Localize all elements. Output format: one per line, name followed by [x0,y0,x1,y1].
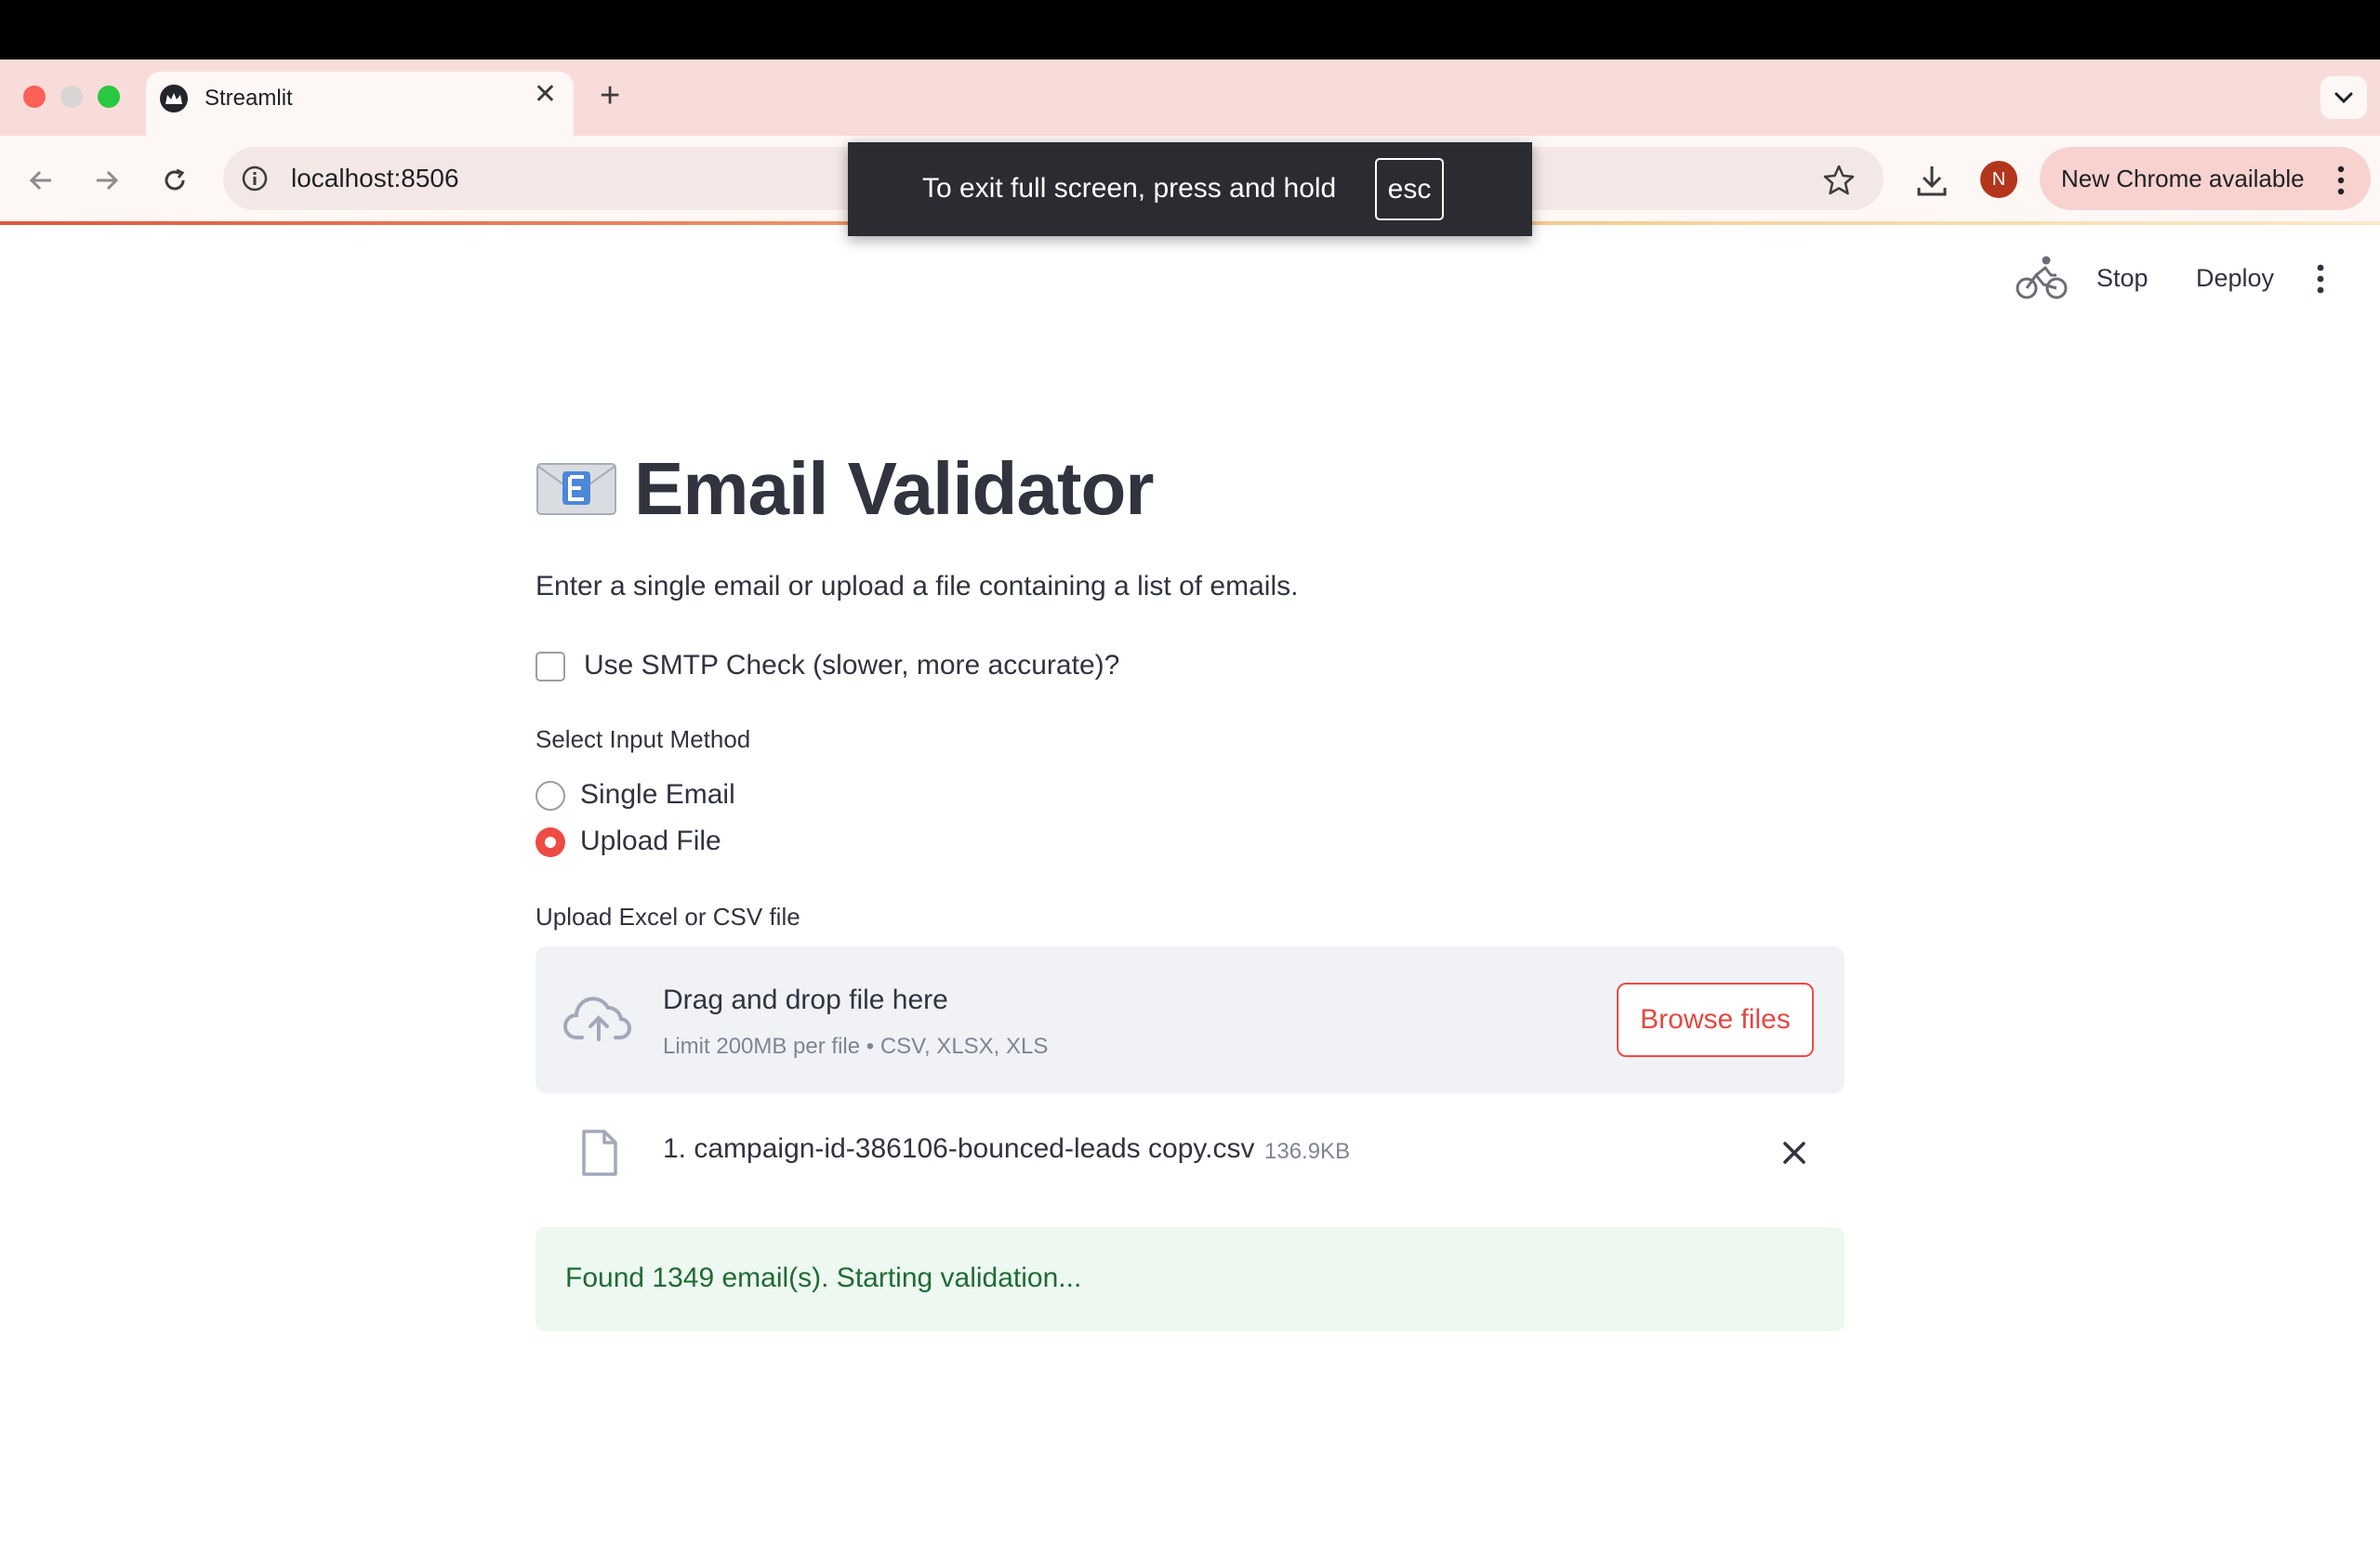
browser-tab-streamlit[interactable]: Streamlit ✕ [146,72,574,136]
dropzone-limit-text: Limit 200MB per file • CSV, XLSX, XLS [663,1034,1049,1059]
envelope-e-icon [536,463,616,515]
esc-key-badge: esc [1375,158,1444,220]
back-button[interactable] [22,162,60,199]
uploaded-file-name: 1. campaign-id-386106-bounced-leads copy… [663,1133,1255,1164]
fullscreen-message: To exit full screen, press and hold [922,173,1337,204]
forward-button[interactable] [88,162,126,199]
radio-upload-file[interactable] [536,827,565,857]
status-message: Found 1349 email(s). Starting validation… [565,1263,1082,1293]
close-icon[interactable] [1778,1136,1811,1170]
uploader-label: Upload Excel or CSV file [536,903,800,931]
dropzone-title: Drag and drop file here [663,985,948,1015]
streamlit-crown-icon [160,85,188,112]
radio-selected-dot [545,837,556,848]
deploy-button[interactable]: Deploy [2196,264,2274,293]
app-description: Enter a single email or upload a file co… [536,571,1299,602]
tab-close-icon[interactable]: ✕ [534,81,557,109]
main-menu-icon[interactable] [2309,260,2332,298]
reload-button[interactable] [156,162,193,199]
radio-upload-file-label[interactable]: Upload File [580,826,721,857]
cyclist-icon [2016,256,2068,299]
smtp-check-checkbox[interactable] [536,652,565,681]
url-text[interactable]: localhost:8506 [291,164,459,193]
tab-title: Streamlit [205,86,293,111]
arrow-right-icon [97,170,119,191]
bookmark-star-icon[interactable] [1820,162,1858,199]
chevron-down-icon [2334,92,2353,104]
reload-icon [165,168,185,191]
radio-single-email-label[interactable]: Single Email [580,779,735,811]
new-tab-button[interactable]: + [600,78,620,113]
stop-button[interactable]: Stop [2096,264,2149,293]
file-icon [582,1130,617,1176]
window-fullscreen-button[interactable] [98,86,120,108]
kebab-menu-icon[interactable] [2332,164,2350,197]
chrome-update-label: New Chrome available [2061,165,2305,192]
profile-avatar[interactable]: N [1980,161,2017,198]
window-minimize-button[interactable] [60,86,83,108]
download-icon[interactable] [1911,160,1952,201]
uploaded-file-size: 136.9KB [1264,1139,1351,1164]
site-info-icon[interactable] [240,164,270,193]
tab-search-button[interactable] [2320,76,2367,119]
cloud-upload-icon [563,997,631,1041]
screen-top-black-bar [0,0,2380,60]
window-close-button[interactable] [23,86,46,108]
radio-single-email[interactable] [536,781,565,811]
smtp-check-label[interactable]: Use SMTP Check (slower, more accurate)? [584,650,1119,681]
input-method-label: Select Input Method [536,725,751,753]
arrow-left-icon [29,170,51,191]
page-title-row: Email Validator [536,444,1155,534]
browse-files-button[interactable]: Browse files [1617,983,1814,1057]
page-title: Email Validator [634,447,1155,530]
